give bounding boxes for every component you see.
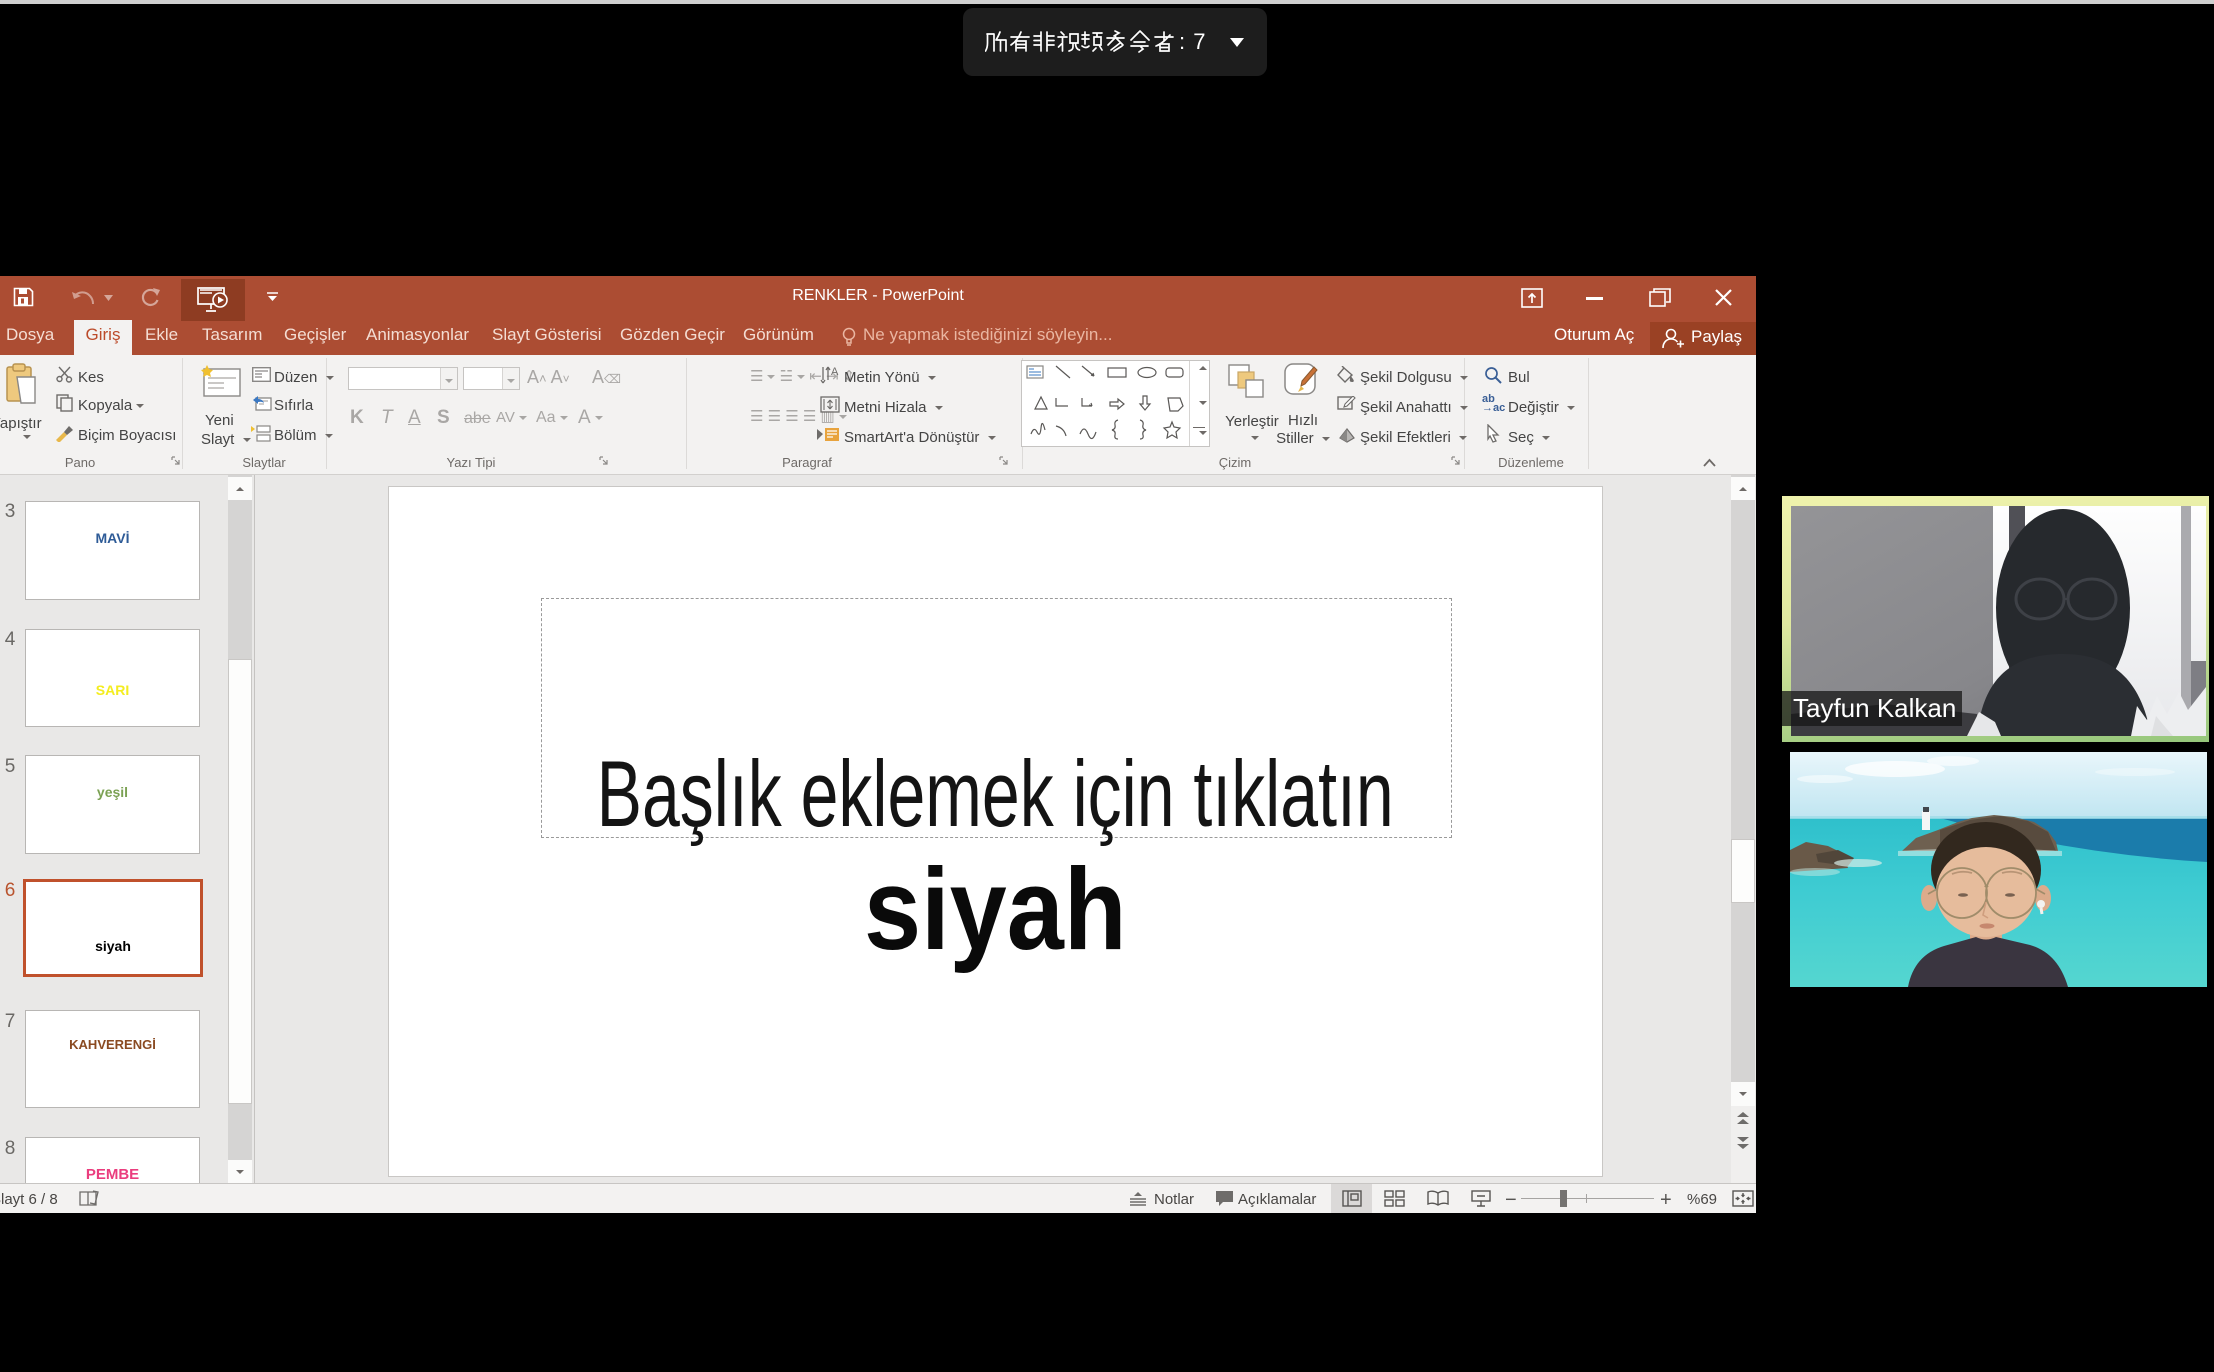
svg-text:A: A (831, 366, 839, 378)
